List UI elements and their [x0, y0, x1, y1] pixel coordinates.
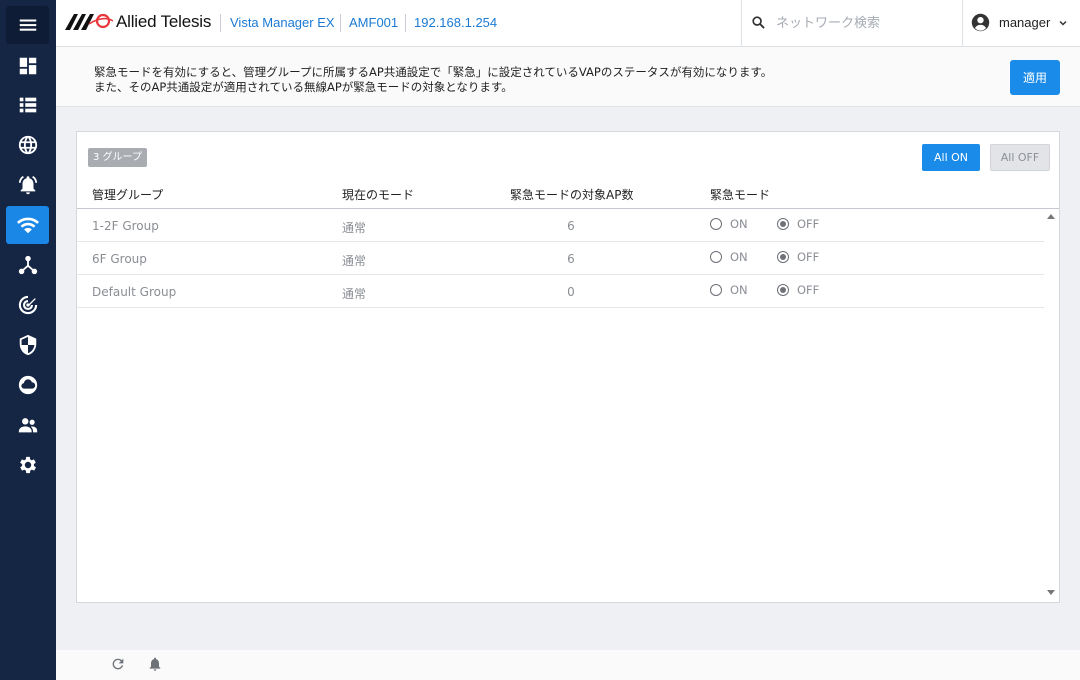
topology-icon — [18, 255, 37, 275]
allied-telesis-logo-icon — [65, 13, 113, 30]
settings-icon — [19, 456, 36, 474]
breadcrumb-separator — [340, 14, 341, 32]
radio-circle — [710, 284, 722, 296]
emergency-off-radio[interactable]: OFF — [777, 250, 819, 264]
breadcrumb-amf[interactable]: AMF001 — [349, 15, 398, 30]
scroll-down-arrow[interactable] — [1047, 590, 1055, 595]
sidebar-item-radar[interactable] — [6, 286, 49, 324]
table-row: 1-2F Group 通常 6 ON OFF — [77, 209, 1044, 242]
radio-label: OFF — [797, 217, 820, 231]
sidebar-item-network[interactable] — [6, 126, 49, 164]
radio-label: ON — [730, 217, 748, 231]
group-name: 1-2F Group — [92, 219, 159, 233]
column-header-emergency-mode[interactable]: 緊急モード — [710, 186, 770, 203]
group-count-badge: 3 グループ — [88, 148, 147, 167]
ap-count: 0 — [567, 285, 575, 299]
sidebar-item-alarm[interactable] — [6, 166, 49, 204]
all-off-button[interactable]: All OFF — [990, 144, 1050, 171]
current-mode: 通常 — [342, 221, 367, 235]
radio-circle — [777, 251, 789, 263]
refresh-icon[interactable] — [110, 656, 126, 672]
wifi-icon — [16, 217, 39, 234]
radio-label: OFF — [797, 250, 820, 264]
column-header-group[interactable]: 管理グループ — [92, 186, 163, 203]
column-header-current-mode[interactable]: 現在のモード — [342, 186, 414, 203]
search-input[interactable] — [776, 12, 956, 34]
sidebar — [0, 0, 56, 680]
breadcrumb-ip[interactable]: 192.168.1.254 — [414, 15, 497, 30]
group-panel: 3 グループ All ON All OFF 管理グループ 現在のモード 緊急モー… — [76, 131, 1060, 603]
dashboard-icon — [19, 57, 36, 75]
notice-line-2: また、そのAP共通設定が適用されている無線APが緊急モードの対象となります。 — [94, 80, 513, 94]
users-icon — [18, 418, 37, 433]
brand-logo[interactable]: Allied Telesis — [65, 10, 211, 34]
radio-circle — [777, 284, 789, 296]
ap-count: 6 — [567, 219, 575, 233]
user-name: manager — [999, 15, 1051, 30]
shield-icon — [19, 334, 36, 356]
sidebar-item-list[interactable] — [6, 86, 49, 124]
breadcrumb-separator — [220, 14, 221, 32]
header: Allied Telesis Vista Manager EX AMF001 1… — [56, 0, 1080, 47]
cloud-icon — [18, 375, 37, 395]
account-icon — [971, 13, 990, 32]
all-on-button[interactable]: All ON — [922, 144, 980, 171]
scroll-up-arrow[interactable] — [1047, 214, 1055, 219]
emergency-on-radio[interactable]: ON — [710, 283, 748, 297]
brand-name: Allied Telesis — [116, 12, 212, 31]
current-mode: 通常 — [342, 254, 367, 268]
emergency-on-radio[interactable]: ON — [710, 217, 748, 231]
radio-circle — [710, 218, 722, 230]
sidebar-item-cloud[interactable] — [6, 366, 49, 404]
emergency-mode-notice: 緊急モードを有効にすると、管理グループに所属するAP共通設定で「緊急」に設定され… — [56, 47, 1080, 107]
table-row: Default Group 通常 0 ON OFF — [77, 275, 1044, 308]
menu-icon — [19, 19, 36, 31]
list-icon — [19, 97, 36, 113]
globe-icon — [18, 135, 37, 155]
radio-label: ON — [730, 250, 748, 264]
bell-icon[interactable] — [147, 656, 163, 672]
breadcrumb-product[interactable]: Vista Manager EX — [230, 15, 335, 30]
radio-circle — [710, 251, 722, 263]
emergency-on-radio[interactable]: ON — [710, 250, 748, 264]
search-icon — [752, 16, 765, 29]
radio-label: OFF — [797, 283, 820, 297]
breadcrumb-separator — [405, 14, 406, 32]
user-menu[interactable]: manager — [971, 13, 1068, 32]
notice-line-1: 緊急モードを有効にすると、管理グループに所属するAP共通設定で「緊急」に設定され… — [94, 65, 773, 79]
column-header-ap-count[interactable]: 緊急モードの対象AP数 — [510, 186, 633, 203]
sidebar-item-topology[interactable] — [6, 246, 49, 284]
network-search — [741, 0, 963, 46]
current-mode: 通常 — [342, 287, 367, 301]
sidebar-item-wireless[interactable] — [6, 206, 49, 244]
sidebar-item-dashboard[interactable] — [6, 47, 49, 85]
sidebar-item-users[interactable] — [6, 406, 49, 444]
ap-count: 6 — [567, 252, 575, 266]
radio-circle — [777, 218, 789, 230]
chevron-down-icon — [1059, 20, 1067, 26]
alarm-icon — [18, 176, 37, 195]
apply-button[interactable]: 適用 — [1010, 60, 1060, 95]
table-row: 6F Group 通常 6 ON OFF — [77, 242, 1044, 275]
group-name: Default Group — [92, 285, 177, 299]
radar-icon — [18, 295, 37, 315]
emergency-off-radio[interactable]: OFF — [777, 283, 819, 297]
sidebar-item-settings[interactable] — [6, 446, 49, 484]
group-name: 6F Group — [92, 252, 147, 266]
emergency-off-radio[interactable]: OFF — [777, 217, 819, 231]
footer — [56, 650, 1080, 680]
sidebar-item-security[interactable] — [6, 326, 49, 364]
menu-button[interactable] — [6, 6, 49, 44]
radio-label: ON — [730, 283, 748, 297]
